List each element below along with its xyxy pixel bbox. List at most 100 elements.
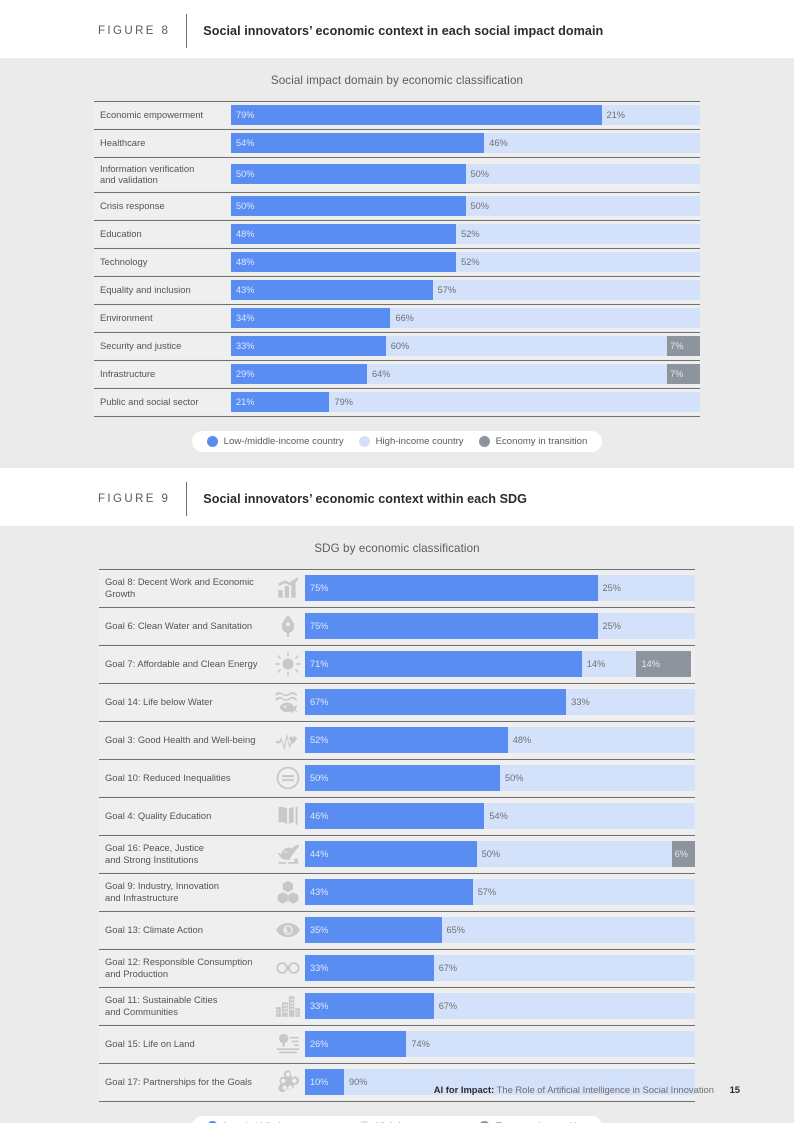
bar-value-label: 54% <box>489 810 508 821</box>
figure-8-number: FIGURE 8 <box>98 25 171 37</box>
bar-segment-high-income: 54% <box>484 802 695 829</box>
chart-8-legend: Low-/middle-income country High-income co… <box>191 430 603 452</box>
row-label-text: Goal 13: Climate Action <box>105 924 203 935</box>
bar-value-label: 50% <box>470 169 489 180</box>
bar-value-label: 43% <box>236 284 255 295</box>
bar-segment-low-middle-income: 46% <box>305 802 485 829</box>
row-label-line: Goal 3: Good Health and Well-being <box>105 734 256 746</box>
row-label-line: Goal 4: Quality Education <box>105 810 212 822</box>
row-label: Equality and inclusion <box>94 276 231 303</box>
stacked-bar: 50% 50% <box>231 164 700 185</box>
bar-cell: 48% 52% <box>231 220 700 247</box>
row-label: Goal 14: Life below Water <box>99 683 305 720</box>
table-row: Goal 6: Clean Water and Sanitation 75% 25% <box>99 606 695 644</box>
bar-cell: 50% 50% <box>231 192 700 219</box>
stacked-bar: 52% 48% <box>305 726 695 753</box>
row-label-text: Goal 6: Clean Water and Sanitation <box>105 620 252 631</box>
row-label-text: Goal 7: Affordable and Clean Energy <box>105 658 258 669</box>
legend-swatch-icon <box>358 435 370 447</box>
bar-value-label: 64% <box>372 368 391 379</box>
chart-9-bars: Goal 8: Decent Work and Economic Growth 7… <box>99 568 695 1102</box>
bar-cell: 43% 57% <box>305 873 695 910</box>
bar-value-label: 67% <box>438 1000 458 1011</box>
row-label-text: Goal 12: Responsible Consumption and Prod… <box>105 956 252 979</box>
legend-swatch-icon <box>478 435 490 447</box>
legend-item-transition[interactable]: Economy in transition <box>478 435 588 447</box>
bar-segment-high-income: 65% <box>441 916 695 943</box>
heartbeat-icon <box>275 727 301 753</box>
figure-8-title: Social innovators’ economic context in e… <box>203 24 604 38</box>
row-label-text: Technology <box>100 256 147 267</box>
row-label-line: Goal 15: Life on Land <box>105 1038 195 1050</box>
bar-segment-high-income: 46% <box>484 133 700 153</box>
bar-value-label: 79% <box>236 110 255 120</box>
bar-value-label: 52% <box>461 256 480 267</box>
bar-cell: 71% 14% 14% <box>305 645 695 682</box>
bar-cell: 48% 52% <box>231 248 700 275</box>
row-label-text: Goal 10: Reduced Inequalities <box>105 772 231 783</box>
legend-item-high[interactable]: High-income country <box>358 435 464 447</box>
bar-segment-low-middle-income: 79% <box>231 105 602 125</box>
bar-value-label: 66% <box>395 312 414 323</box>
bar-cell: 21% 79% <box>231 388 700 415</box>
table-row: Security and justice 33% 60% 7% <box>94 331 700 359</box>
table-row: Goal 8: Decent Work and Economic Growth 7… <box>99 568 695 606</box>
bar-cell: 50% 50% <box>231 158 700 191</box>
bar-segment-high-income: 48% <box>507 726 695 753</box>
stacked-bar: 50% 50% <box>231 195 700 216</box>
row-label-text: Goal 3: Good Health and Well-being <box>105 734 255 745</box>
bar-value-label: 79% <box>334 396 353 407</box>
dove-gavel-icon <box>275 841 301 867</box>
bar-cell: 34% 66% <box>231 304 700 331</box>
cubes-icon <box>275 879 301 905</box>
bar-cell: 50% 50% <box>305 759 695 796</box>
row-label-line: Public and social sector <box>100 396 199 408</box>
table-row: Goal 7: Affordable and Clean Energy 71% 14… <box>99 644 695 682</box>
bar-segment-low-middle-income: 75% <box>305 612 598 639</box>
row-label-line: Equality and inclusion <box>100 284 191 296</box>
stacked-bar: 43% 57% <box>305 878 695 905</box>
stacked-bar: 75% 25% <box>305 612 695 639</box>
row-label-text: Goal 15: Life on Land <box>105 1038 195 1049</box>
bar-cell: 46% 54% <box>305 797 695 834</box>
bar-segment-high-income: 50% <box>476 840 672 867</box>
bar-value-label: 46% <box>489 138 508 148</box>
bar-segment-high-income: 64% <box>367 363 668 384</box>
row-label: Goal 12: Responsible Consumption and Prod… <box>99 949 305 986</box>
stacked-bar: 50% 50% <box>305 764 695 791</box>
table-row: Equality and inclusion 43% 57% <box>94 275 700 303</box>
chart-9-legend: Low-/middle-income countryHigh-income co… <box>191 1115 603 1123</box>
row-label: Economic empowerment <box>94 102 231 128</box>
page-footer: AI for Impact: The Role of Artificial In… <box>0 1084 794 1095</box>
row-label: Infrastructure <box>94 360 231 387</box>
bar-segment-high-income: 74% <box>406 1030 695 1057</box>
stacked-bar: 35% 65% <box>305 916 695 943</box>
bar-value-label: 57% <box>437 284 457 295</box>
row-label: Goal 7: Affordable and Clean Energy <box>99 645 305 682</box>
stacked-bar: 75% 25% <box>305 574 695 601</box>
row-label-text: Infrastructure <box>100 368 155 379</box>
table-row: Goal 10: Reduced Inequalities 50% 50% <box>99 758 695 796</box>
row-label: Education <box>94 220 231 247</box>
report-page: FIGURE 8 Social innovators’ economic con… <box>0 0 794 1123</box>
bar-cell: 33% 67% <box>305 987 695 1024</box>
bar-segment-high-income: 57% <box>472 878 695 905</box>
stacked-bar: 33% 67% <box>305 954 695 981</box>
bar-value-label: 50% <box>470 200 489 211</box>
row-label-line: and Communities <box>105 1005 178 1017</box>
bar-value-label: 21% <box>606 110 625 120</box>
row-label: Information verification and validation <box>94 158 231 191</box>
legend-label: Economy in transition <box>495 435 588 447</box>
bar-segment-high-income: 52% <box>456 251 700 272</box>
bar-cell: 33% 67% <box>305 949 695 986</box>
legend-item-low[interactable]: Low-/middle-income country <box>206 435 344 447</box>
table-row: Goal 13: Climate Action 35% 65% <box>99 910 695 948</box>
bar-cell: 75% 25% <box>305 607 695 644</box>
sun-power-icon <box>275 651 301 677</box>
bar-value-label: 7% <box>670 368 684 379</box>
stacked-bar: 48% 52% <box>231 251 700 272</box>
row-label-line: Security and justice <box>100 340 182 352</box>
row-label-line: and Production <box>105 967 169 979</box>
bar-cell: 33% 60% 7% <box>231 332 700 359</box>
bar-value-label: 25% <box>602 620 621 631</box>
